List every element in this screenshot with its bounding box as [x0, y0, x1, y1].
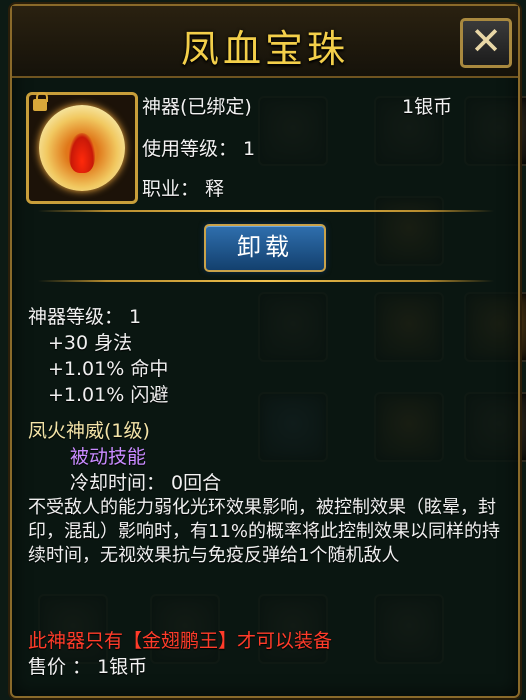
stat-line: +1.01% 闪避	[48, 384, 169, 406]
use-level: 使用等级： 1	[142, 138, 256, 160]
stat-line: +30 身法	[48, 332, 133, 354]
artifact-level: 神器等级： 1	[28, 306, 142, 328]
skill-cooldown: 冷却时间： 0回合	[70, 472, 222, 494]
skill-description: 不受敌人的能力弱化光环效果影响，被控制效果（眩晕，封印，混乱）影响时，有11%的…	[28, 497, 501, 566]
divider	[38, 280, 494, 282]
equip-restriction: 此神器只有【金翅鹏王】才可以装备	[28, 630, 333, 652]
title-bar: 凤血宝珠 ✕	[12, 6, 518, 78]
item-title: 凤血宝珠	[180, 27, 349, 71]
profession: 职业： 释	[142, 178, 225, 200]
divider	[38, 210, 494, 212]
item-icon-frame	[26, 92, 138, 204]
lock-icon	[33, 92, 48, 111]
skill-type: 被动技能	[70, 446, 147, 468]
item-type: 神器(已绑定)	[142, 96, 252, 118]
sell-price: 售价 ： 1银币	[28, 656, 148, 678]
close-icon[interactable]: ✕	[460, 18, 512, 68]
item-tooltip: 凤血宝珠 ✕ 神器(已绑定) 1银币 使用等级： 1 职业： 释 卸载 神器等级…	[10, 4, 520, 698]
price-top: 1银币	[402, 96, 453, 118]
phoenix-orb-icon	[39, 105, 125, 191]
stat-line: +1.01% 命中	[48, 358, 169, 380]
skill-name: 凤火神威(1级)	[28, 420, 150, 442]
unload-button[interactable]: 卸载	[204, 224, 326, 272]
